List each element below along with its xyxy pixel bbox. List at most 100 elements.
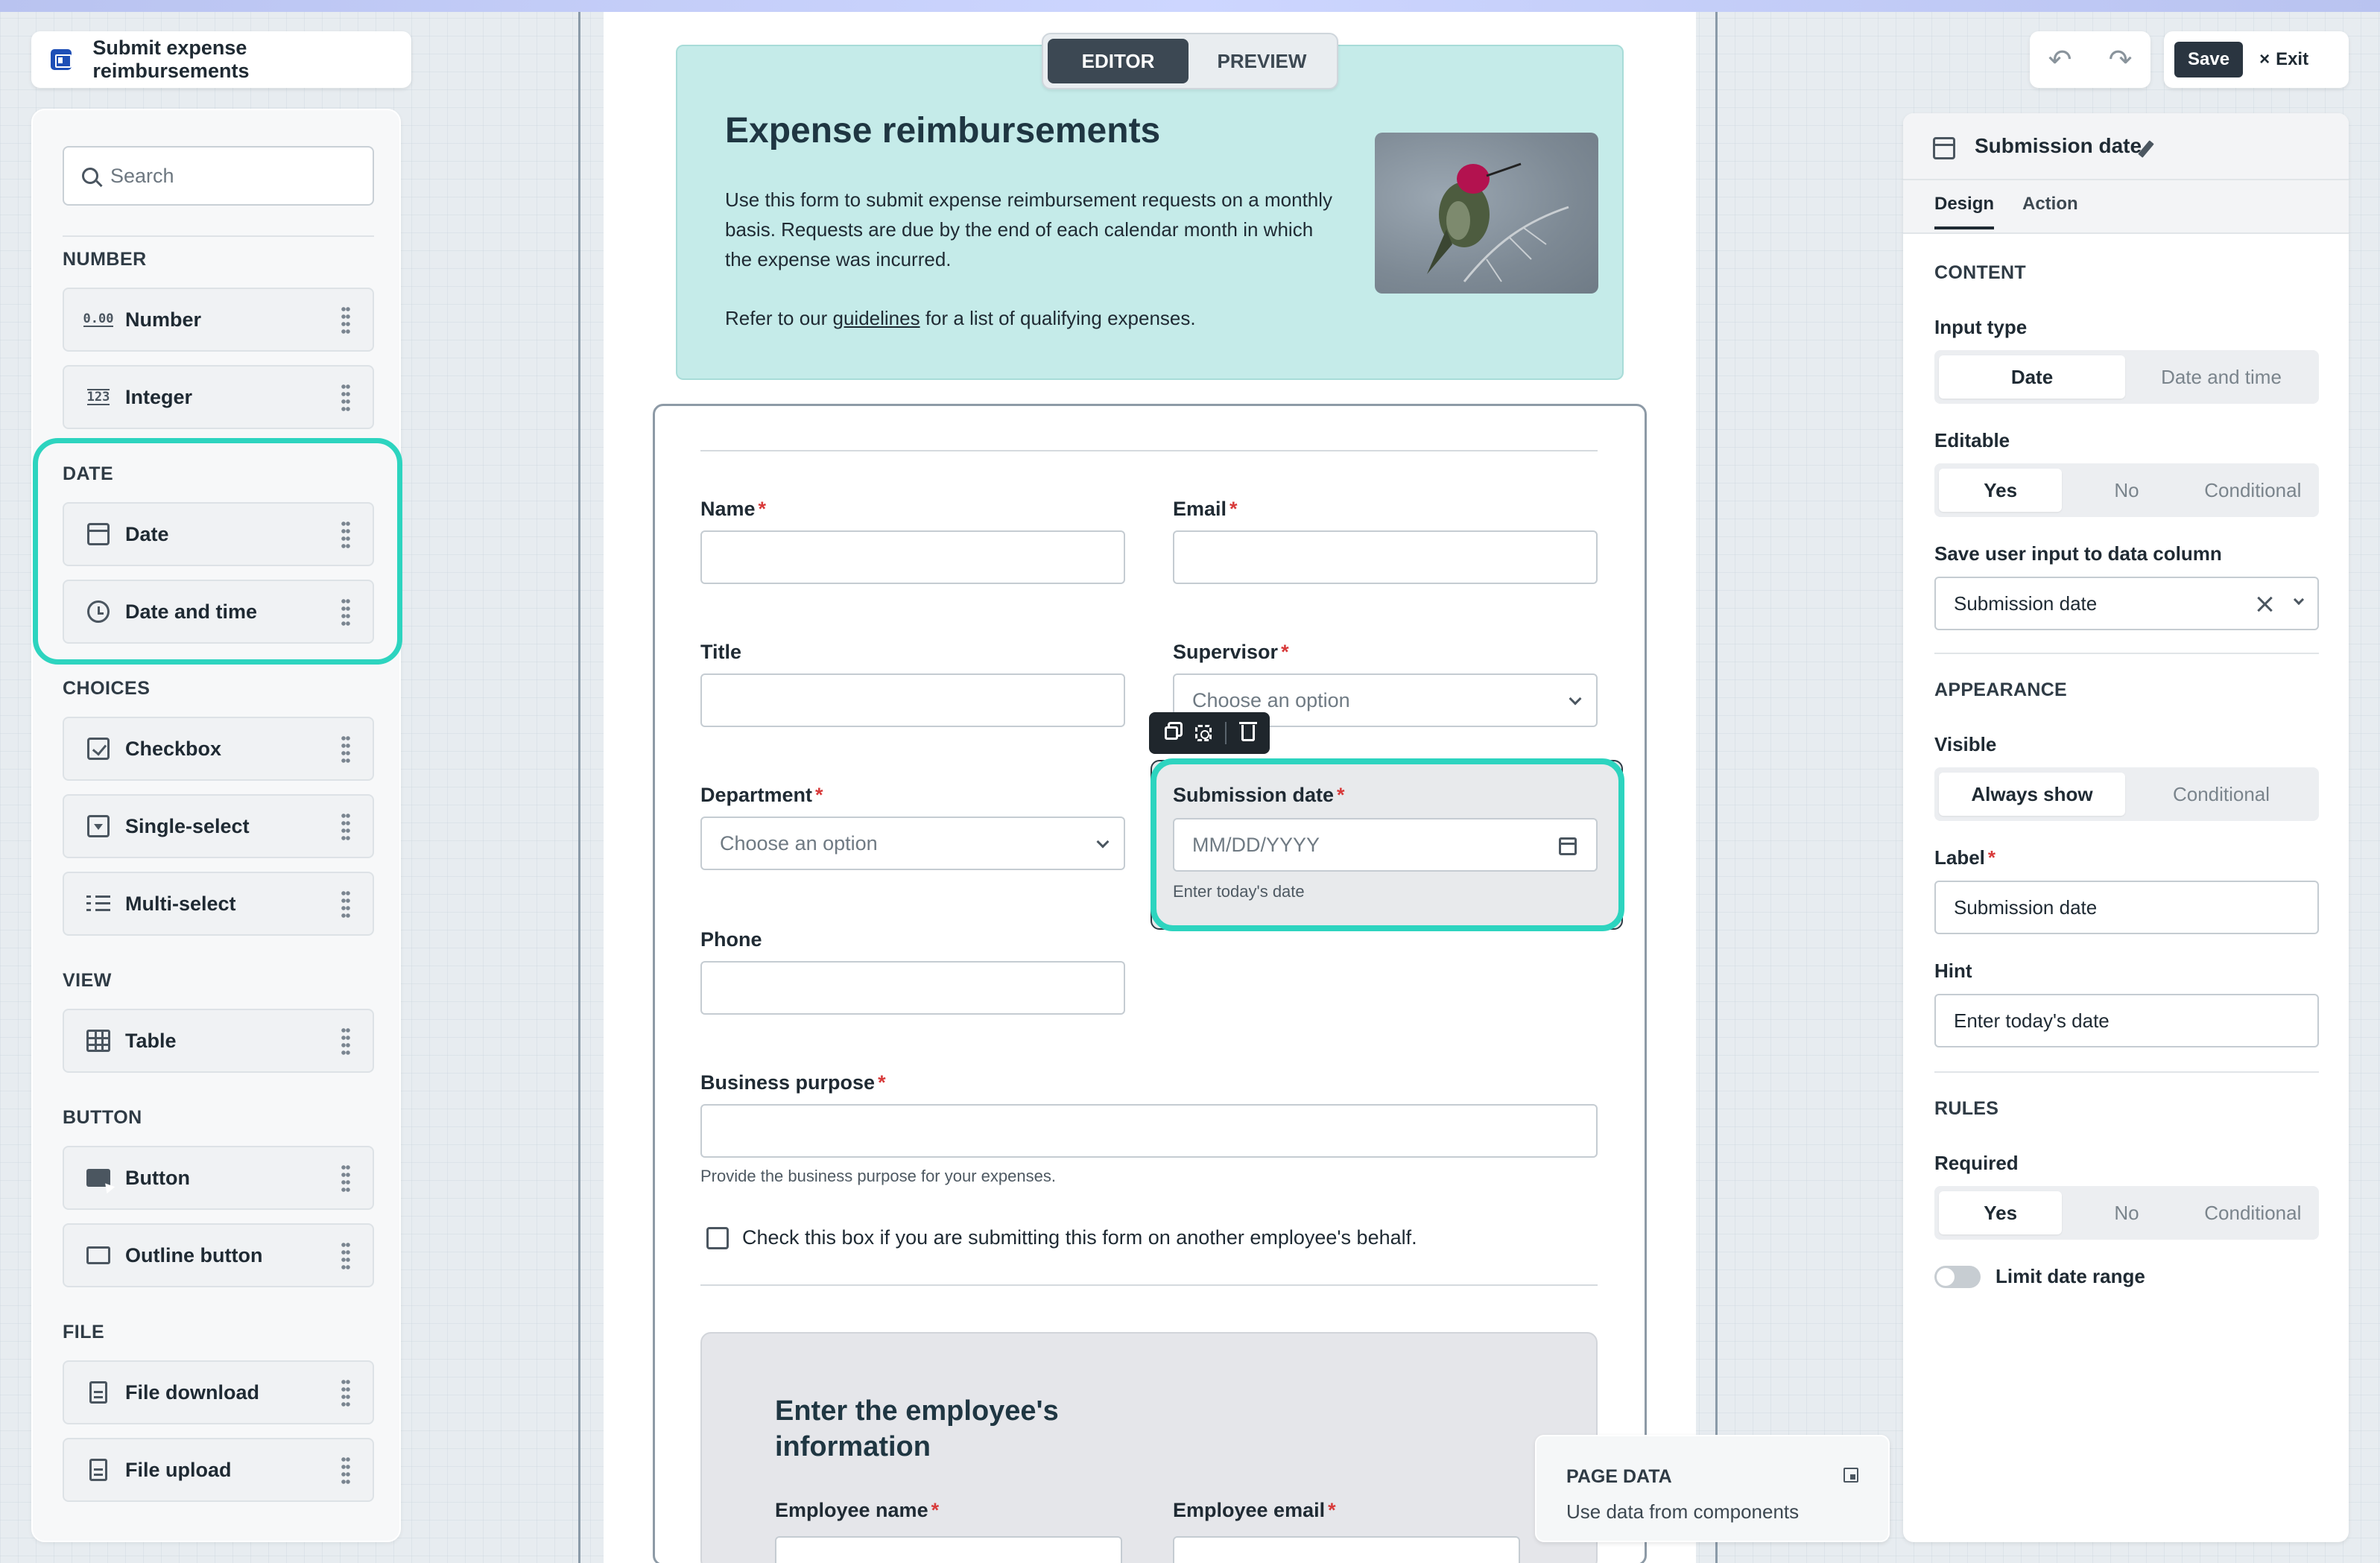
drag-handle-icon[interactable] bbox=[341, 305, 350, 337]
visible-always-show[interactable]: Always show bbox=[1939, 773, 2125, 816]
visible-segmented: Always show Conditional bbox=[1934, 767, 2319, 821]
component-integer[interactable]: 123 Integer bbox=[63, 365, 374, 429]
behalf-checkbox-row[interactable]: Check this box if you are submitting thi… bbox=[706, 1226, 1417, 1249]
email-input[interactable] bbox=[1173, 530, 1598, 584]
hint-input[interactable] bbox=[1934, 994, 2319, 1047]
component-multi-select[interactable]: Multi-select bbox=[63, 872, 374, 936]
integer-icon: 123 bbox=[86, 389, 110, 405]
form-banner[interactable]: Expense reimbursements Use this form to … bbox=[676, 45, 1624, 380]
required-yes[interactable]: Yes bbox=[1939, 1191, 2063, 1234]
component-label: File upload bbox=[125, 1458, 232, 1481]
drag-handle-icon[interactable] bbox=[341, 383, 350, 414]
drag-handle-icon[interactable] bbox=[341, 1164, 350, 1195]
search-box[interactable] bbox=[63, 146, 374, 206]
visible-conditional[interactable]: Conditional bbox=[2128, 773, 2314, 816]
title-input[interactable] bbox=[700, 673, 1125, 727]
drag-handle-icon[interactable] bbox=[341, 1456, 350, 1487]
save-exit-group: Save × Exit bbox=[2164, 31, 2349, 88]
expand-icon[interactable] bbox=[1843, 1468, 1858, 1483]
component-label: Number bbox=[125, 308, 202, 331]
section-divider bbox=[1934, 653, 2319, 654]
required-conditional[interactable]: Conditional bbox=[2191, 1191, 2314, 1234]
drag-handle-icon[interactable] bbox=[341, 597, 350, 629]
close-icon: × bbox=[2259, 49, 2270, 69]
component-number[interactable]: 0.00 Number bbox=[63, 288, 374, 352]
component-file-download[interactable]: File download bbox=[63, 1360, 374, 1424]
preview-tab[interactable]: PREVIEW bbox=[1191, 39, 1332, 83]
tab-action[interactable]: Action bbox=[2022, 194, 2078, 215]
trash-icon[interactable] bbox=[1238, 722, 1259, 744]
limit-date-range-label: Limit date range bbox=[1996, 1265, 2145, 1287]
editable-no[interactable]: No bbox=[2065, 469, 2188, 512]
save-column-select[interactable]: Submission date bbox=[1934, 577, 2319, 630]
editable-yes[interactable]: Yes bbox=[1939, 469, 2063, 512]
app-title-chip[interactable]: Submit expense reimbursements bbox=[31, 31, 411, 88]
employee-email-input[interactable] bbox=[1173, 1536, 1520, 1563]
calendar-icon bbox=[1933, 137, 1955, 159]
business-purpose-input[interactable] bbox=[700, 1104, 1598, 1158]
department-select[interactable]: Choose an option bbox=[700, 817, 1125, 870]
drag-handle-icon[interactable] bbox=[341, 812, 350, 843]
divider bbox=[63, 235, 374, 237]
chevron-down-icon[interactable] bbox=[2293, 594, 2305, 606]
input-type-date-and-time[interactable]: Date and time bbox=[2128, 355, 2314, 399]
editor-preview-toggle: EDITOR PREVIEW bbox=[1042, 33, 1338, 89]
focus-icon[interactable] bbox=[1193, 723, 1214, 744]
editable-segmented: Yes No Conditional bbox=[1934, 463, 2319, 517]
page-data-panel[interactable]: PAGE DATA Use data from components bbox=[1535, 1435, 1890, 1542]
toolbar-separator bbox=[1224, 722, 1227, 744]
component-outline-button[interactable]: Outline button bbox=[63, 1223, 374, 1287]
business-purpose-hint: Provide the business purpose for your ex… bbox=[700, 1167, 1056, 1185]
visible-label: Visible bbox=[1934, 733, 1997, 755]
submission-date-input[interactable]: MM/DD/YYYY bbox=[1173, 818, 1598, 872]
drag-handle-icon[interactable] bbox=[341, 1378, 350, 1410]
duplicate-icon[interactable] bbox=[1161, 723, 1182, 744]
employee-info-group[interactable]: Enter the employee's information Employe… bbox=[700, 1332, 1598, 1563]
drag-handle-icon[interactable] bbox=[341, 1241, 350, 1272]
search-input[interactable] bbox=[110, 164, 349, 188]
employee-name-input[interactable] bbox=[775, 1536, 1122, 1563]
appearance-section-title: APPEARANCE bbox=[1934, 679, 2068, 700]
required-no[interactable]: No bbox=[2065, 1191, 2188, 1234]
calendar-icon[interactable] bbox=[1559, 837, 1577, 855]
drag-handle-icon[interactable] bbox=[341, 735, 350, 766]
exit-button[interactable]: × Exit bbox=[2259, 49, 2308, 70]
component-date[interactable]: Date bbox=[63, 502, 374, 566]
undo-redo-group: ↶ ↷ bbox=[2030, 31, 2150, 88]
required-segmented: Yes No Conditional bbox=[1934, 1186, 2319, 1240]
editor-tab[interactable]: EDITOR bbox=[1048, 39, 1189, 83]
employee-name-label: Employee name * bbox=[775, 1499, 940, 1521]
drag-handle-icon[interactable] bbox=[341, 520, 350, 551]
name-input[interactable] bbox=[700, 530, 1125, 584]
component-table[interactable]: Table bbox=[63, 1009, 374, 1073]
component-file-upload[interactable]: File upload bbox=[63, 1438, 374, 1502]
behalf-checkbox[interactable] bbox=[706, 1226, 729, 1249]
hummingbird-image bbox=[1375, 133, 1598, 294]
tab-design[interactable]: Design bbox=[1934, 194, 1995, 229]
inspector-title: Submission date bbox=[1975, 134, 2142, 157]
clear-icon[interactable] bbox=[2256, 596, 2273, 612]
component-checkbox[interactable]: Checkbox bbox=[63, 717, 374, 781]
form-divider bbox=[700, 1284, 1598, 1286]
limit-date-range-row[interactable]: Limit date range bbox=[1934, 1265, 2145, 1288]
save-column-label: Save user input to data column bbox=[1934, 542, 2222, 565]
guidelines-link[interactable]: guidelines bbox=[833, 307, 920, 329]
number-icon: 0.00 bbox=[83, 311, 114, 327]
label-input[interactable] bbox=[1934, 881, 2319, 934]
editable-conditional[interactable]: Conditional bbox=[2191, 469, 2314, 512]
input-type-date[interactable]: Date bbox=[1939, 355, 2125, 399]
button-icon bbox=[85, 1166, 112, 1190]
drag-handle-icon[interactable] bbox=[341, 890, 350, 921]
redo-button[interactable]: ↷ bbox=[2109, 43, 2133, 76]
save-button[interactable]: Save bbox=[2174, 42, 2244, 77]
phone-input[interactable] bbox=[700, 961, 1125, 1015]
drag-handle-icon[interactable] bbox=[341, 1027, 350, 1058]
limit-date-range-toggle[interactable] bbox=[1934, 1265, 1981, 1288]
component-label: Integer bbox=[125, 385, 193, 408]
undo-button[interactable]: ↶ bbox=[2048, 43, 2072, 76]
component-date-and-time[interactable]: Date and time bbox=[63, 580, 374, 644]
search-icon bbox=[82, 168, 98, 184]
hint-label: Hint bbox=[1934, 960, 1972, 982]
component-single-select[interactable]: Single-select bbox=[63, 794, 374, 858]
component-button[interactable]: Button bbox=[63, 1146, 374, 1210]
